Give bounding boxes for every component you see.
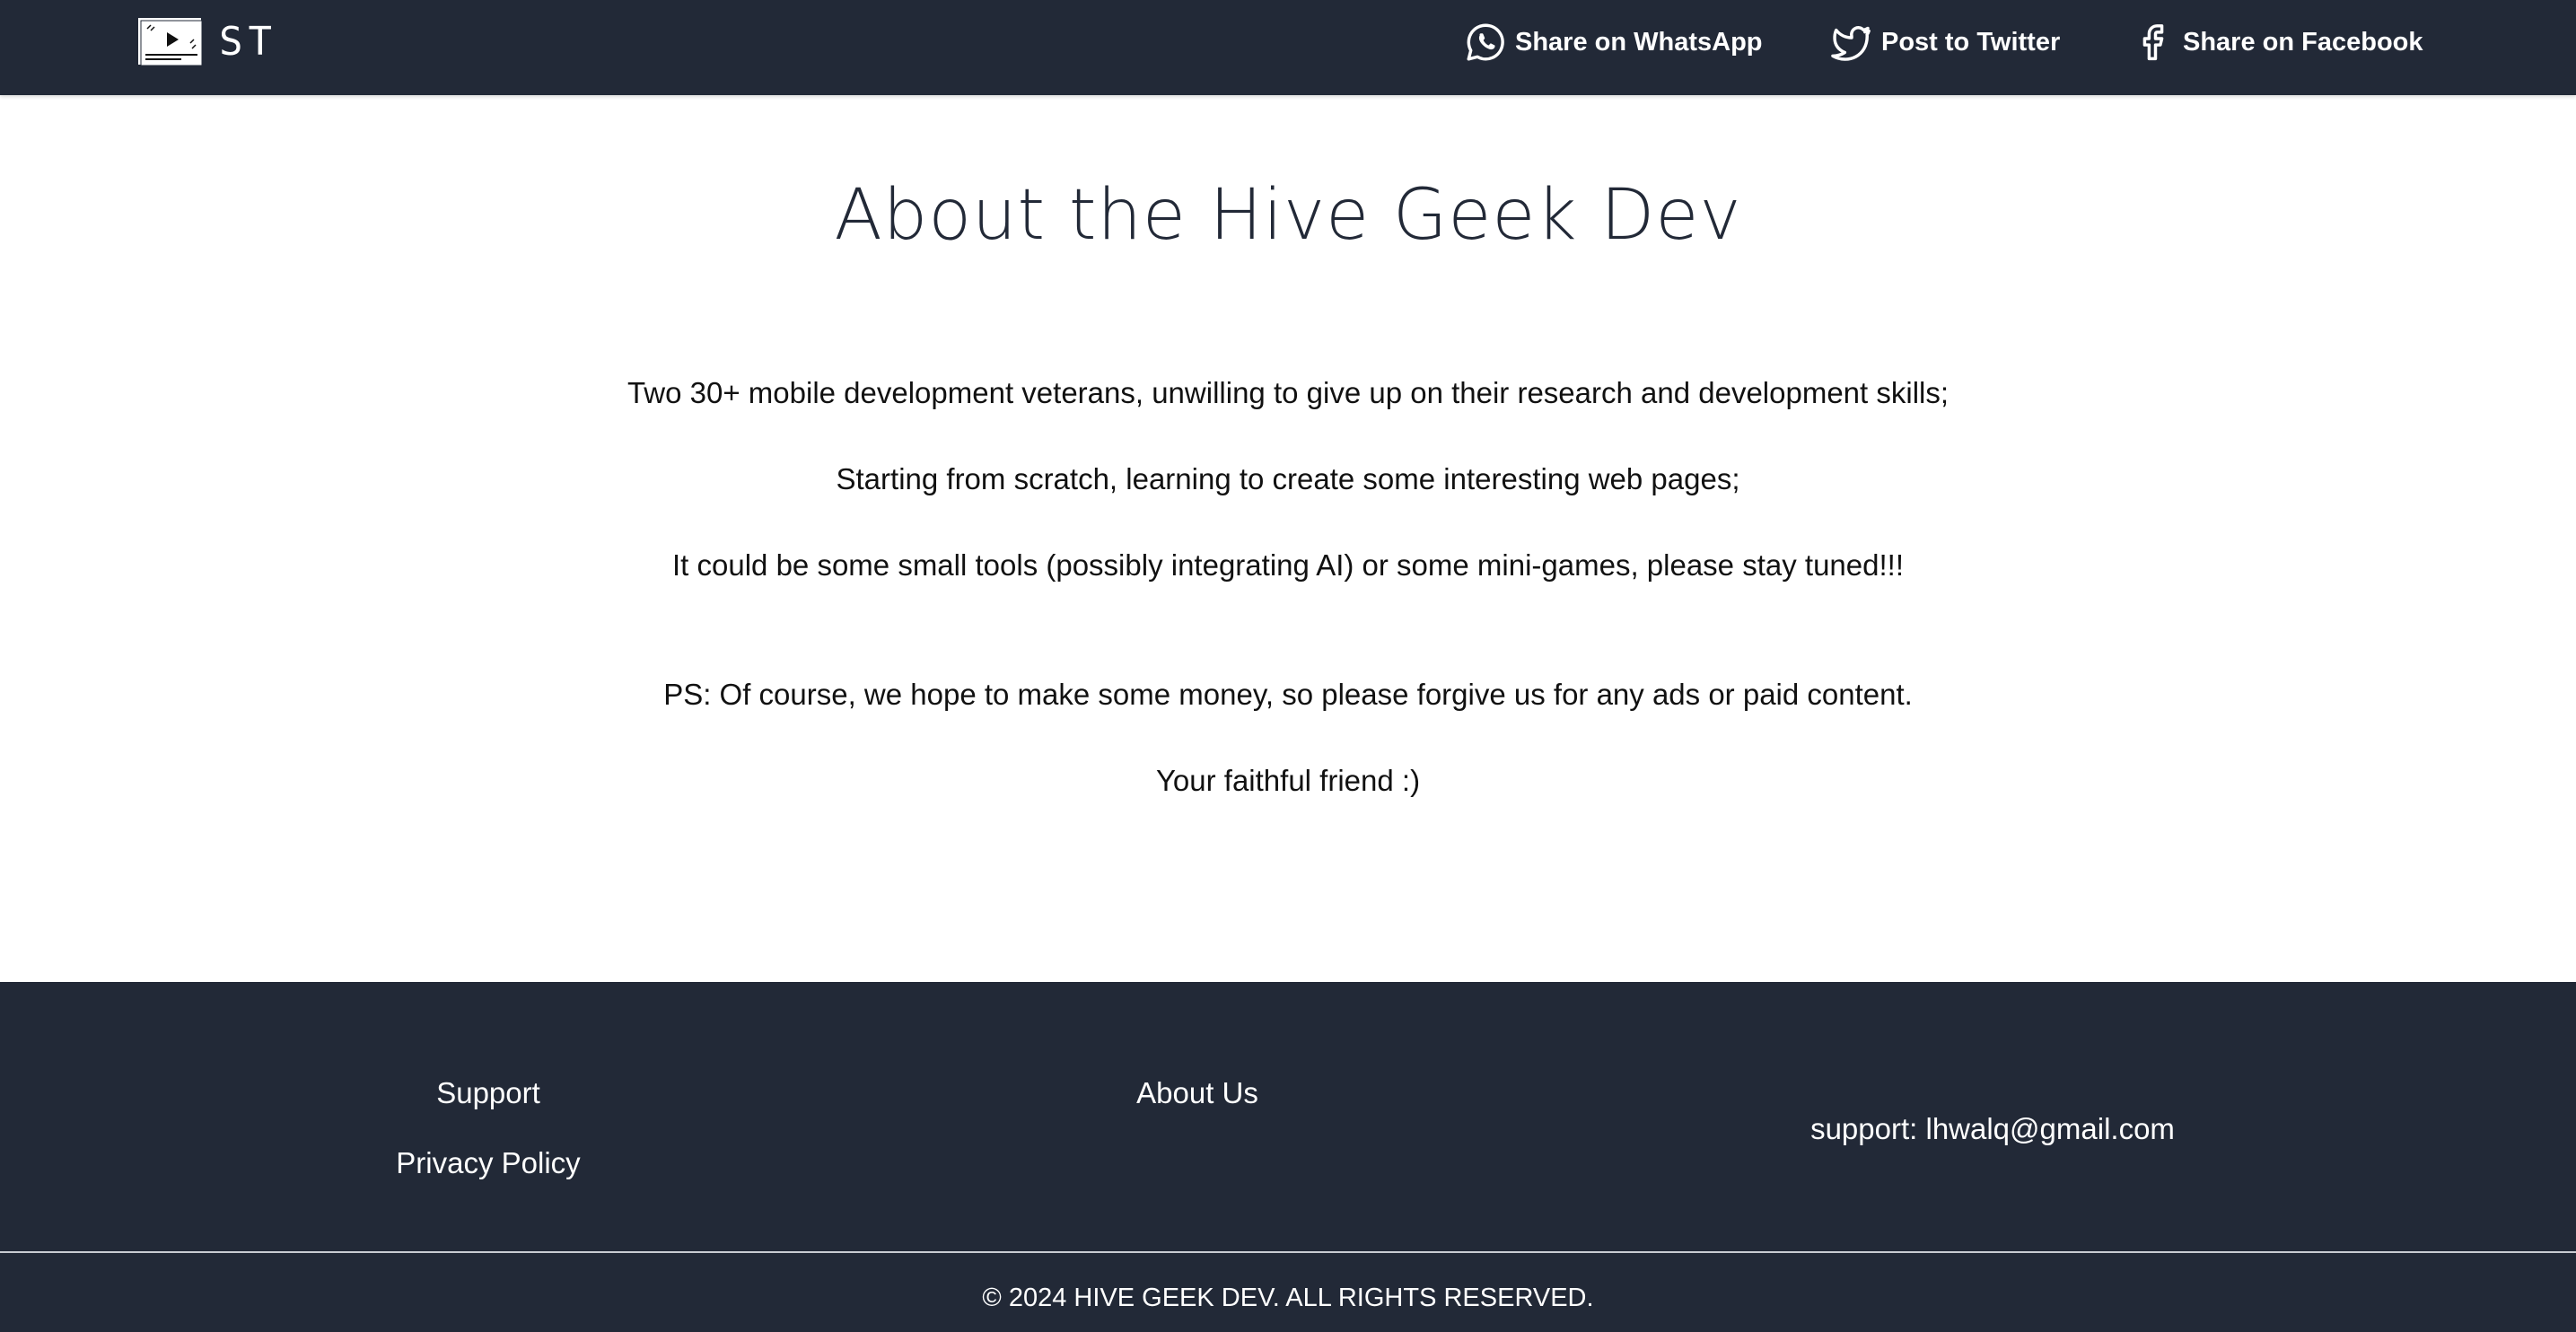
site-logo[interactable]	[136, 16, 203, 66]
twitter-bird-icon	[1831, 22, 1872, 63]
about-paragraph-3: It could be some small tools (possibly i…	[672, 548, 1904, 582]
post-to-twitter-label: Post to Twitter	[1881, 27, 2061, 57]
share-facebook-label: Share on Facebook	[2183, 27, 2423, 57]
about-paragraph-1: Two 30+ mobile development veterans, unw…	[626, 376, 1950, 409]
share-whatsapp-button[interactable]: Share on WhatsApp	[1465, 20, 1763, 65]
footer-support-email: support: lhwalq@gmail.com	[1810, 1112, 2175, 1145]
footer-divider	[0, 1251, 2576, 1253]
footer-support-link[interactable]: Support	[309, 1073, 668, 1113]
about-signoff: Your faithful friend :)	[1155, 764, 1421, 797]
about-paragraph-2: Starting from scratch, learning to creat…	[836, 462, 1740, 495]
copyright-notice: © 2024 HIVE GEEK DEV. ALL RIGHTS RESERVE…	[982, 1284, 1594, 1312]
share-whatsapp-label: Share on WhatsApp	[1515, 27, 1763, 57]
whatsapp-icon	[1465, 22, 1506, 63]
page-title: About the Hive Geek Dev	[834, 175, 1742, 256]
facebook-icon	[2133, 22, 2174, 63]
post-to-twitter-button[interactable]: Post to Twitter	[1831, 20, 2060, 65]
footer-privacy-policy-link[interactable]: Privacy Policy	[309, 1144, 668, 1183]
top-navigation-bar: ST Share on WhatsApp Post to Twitter Sha…	[0, 0, 2576, 95]
share-facebook-button[interactable]: Share on Facebook	[2133, 20, 2423, 65]
about-paragraph-ps: PS: Of course, we hope to make some mone…	[663, 678, 1913, 711]
footer-about-us-link[interactable]: About Us	[1018, 1073, 1377, 1113]
site-logo-text[interactable]: ST	[219, 18, 277, 66]
